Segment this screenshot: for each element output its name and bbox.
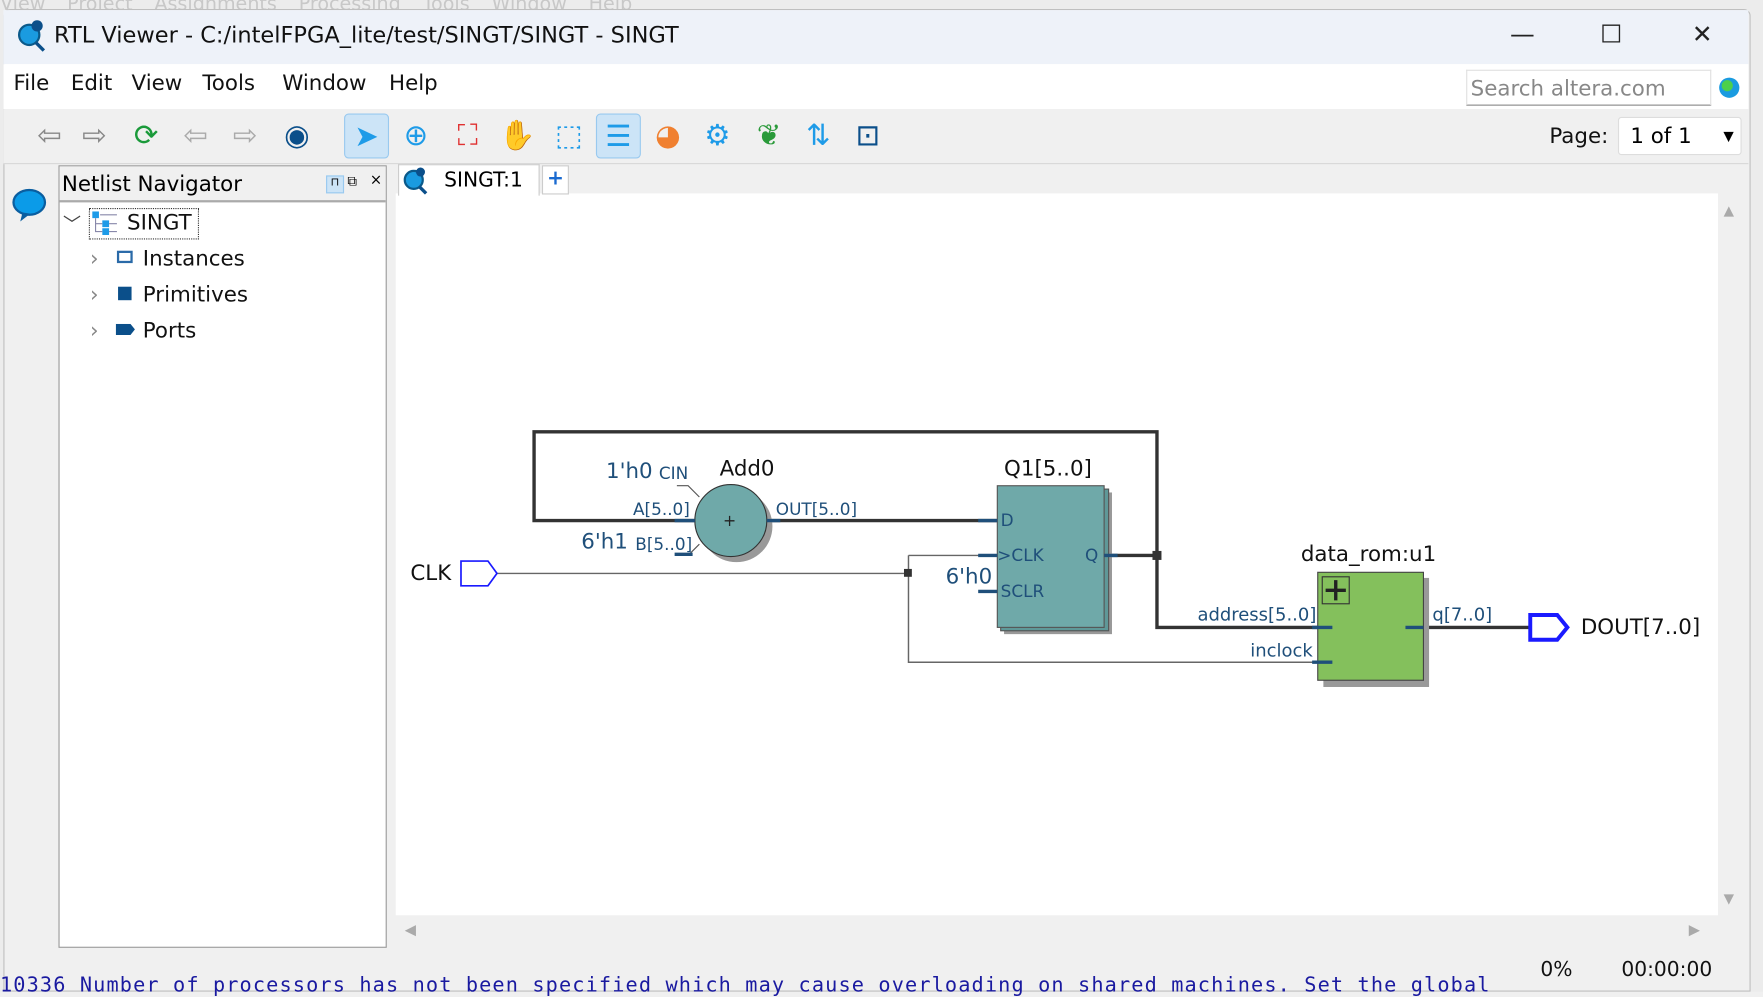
junction-dot — [903, 568, 912, 577]
d-pin: D — [1001, 510, 1014, 530]
cin-const: 1'h0 — [606, 459, 653, 484]
q-pin: Q — [1085, 545, 1098, 565]
b-const: 6'h1 — [581, 530, 628, 555]
inclock-pin: inclock — [1250, 641, 1313, 662]
cin-pin: CIN — [659, 463, 688, 483]
clk-port-label: CLK — [410, 561, 452, 586]
adder-name: Add0 — [720, 457, 775, 482]
feedback-net — [532, 430, 1333, 630]
b-pin: B[5..0] — [635, 534, 692, 554]
dout-output-port[interactable] — [1528, 613, 1570, 642]
progress-percent: 0% — [1540, 957, 1573, 982]
rom-name: data_rom:u1 — [1301, 542, 1436, 567]
rom-q-pin: q[7..0] — [1432, 605, 1492, 626]
sclr-const: 6'h0 — [946, 565, 993, 590]
out-pin: OUT[5..0] — [776, 499, 857, 519]
junction-dot — [1152, 550, 1162, 560]
clk-pin: >CLK — [997, 545, 1044, 565]
schematic: + Add0 1'h0 CIN A[5..0] 6'h1 B[5..0] OUT… — [410, 430, 1700, 687]
adder-op: + — [723, 511, 736, 530]
dout-port-label: DOUT[7..0] — [1581, 615, 1700, 640]
sclr-pin: SCLR — [1001, 581, 1045, 601]
message-line: 10336 Number of processors has not been … — [0, 973, 1491, 997]
clk-input-port[interactable] — [460, 560, 499, 587]
address-pin: address[5..0] — [1197, 605, 1316, 626]
elapsed-time: 00:00:00 — [1621, 957, 1713, 982]
a-pin: A[5..0] — [633, 499, 690, 519]
register-name: Q1[5..0] — [1004, 457, 1092, 482]
